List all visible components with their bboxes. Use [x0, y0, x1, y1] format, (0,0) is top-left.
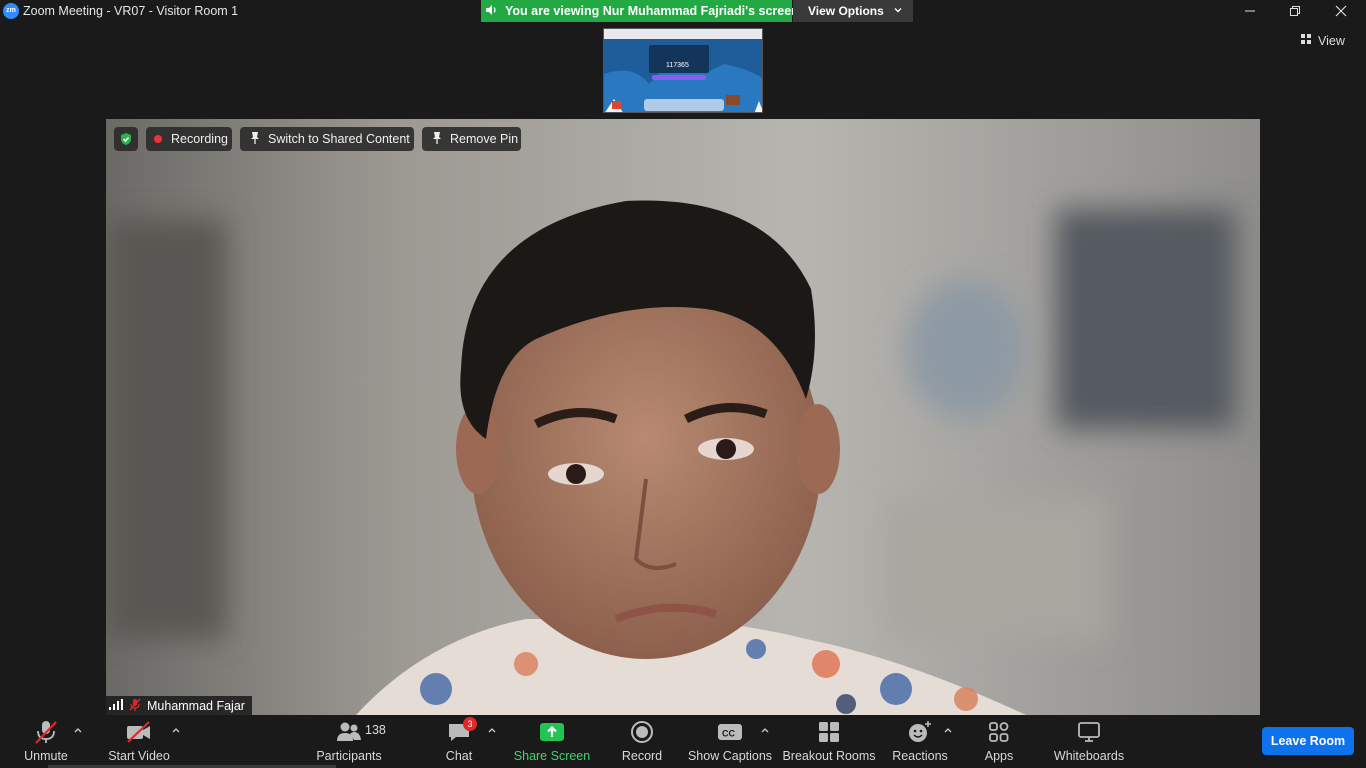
remove-pin-label: Remove Pin — [450, 132, 519, 146]
remove-pin-button[interactable]: Remove Pin — [422, 127, 521, 151]
recording-indicator[interactable]: Recording — [146, 127, 232, 151]
share-screen-button[interactable]: Share Screen — [513, 715, 591, 768]
video-off-icon — [125, 715, 153, 749]
view-button-label: View — [1318, 33, 1345, 48]
captions-options-caret-icon[interactable] — [761, 725, 769, 736]
apps-label: Apps — [984, 749, 1014, 763]
participants-label: Participants — [316, 749, 382, 763]
chat-button[interactable]: 3 Chat — [443, 715, 477, 768]
view-button[interactable]: View — [1300, 33, 1345, 48]
chevron-down-icon — [893, 4, 903, 18]
participant-name-tag: Muhammad Fajar — [106, 696, 252, 715]
start-video-label: Start Video — [108, 749, 170, 763]
record-button[interactable]: Record — [620, 715, 664, 768]
shared-screen-thumbnail[interactable]: 117365 — [603, 28, 763, 113]
whiteboards-button[interactable]: Whiteboards — [1054, 715, 1124, 768]
pin-icon — [432, 131, 442, 147]
signal-strength-icon — [109, 698, 123, 713]
zoom-logo-icon: zm — [3, 3, 19, 19]
security-shield-icon[interactable] — [114, 127, 138, 151]
share-screen-label: Share Screen — [513, 749, 591, 763]
recording-dot-icon — [154, 135, 162, 143]
reactions-label: Reactions — [892, 749, 948, 763]
screen-share-banner: You are viewing Nur Muhammad Fajriadi's … — [481, 0, 799, 22]
view-options-label: View Options — [808, 4, 884, 18]
closed-captions-icon: CC — [717, 715, 743, 749]
chat-icon: 3 — [447, 715, 477, 749]
breakout-rooms-button[interactable]: Breakout Rooms — [782, 715, 876, 768]
screen-share-text: You are viewing Nur Muhammad Fajriadi's … — [505, 4, 799, 18]
recording-label: Recording — [171, 132, 228, 146]
view-options-button[interactable]: View Options — [793, 0, 913, 22]
grid-view-icon — [1300, 33, 1312, 48]
switch-label: Switch to Shared Content — [268, 132, 410, 146]
unmute-button[interactable]: Unmute — [20, 715, 72, 768]
meeting-toolbar: Unmute Start Video Participants 138 3 Ch… — [0, 715, 1366, 768]
breakout-rooms-icon — [818, 715, 840, 749]
restore-icon[interactable] — [1272, 0, 1318, 22]
muted-mic-icon — [129, 698, 141, 714]
chat-label: Chat — [445, 749, 473, 763]
switch-to-shared-content-button[interactable]: Switch to Shared Content — [240, 127, 414, 151]
participant-video[interactable] — [106, 119, 1260, 715]
svg-text:CC: CC — [722, 729, 735, 739]
audio-options-caret-icon[interactable] — [74, 725, 82, 736]
unmute-label: Unmute — [24, 749, 68, 763]
chat-options-caret-icon[interactable] — [488, 725, 496, 736]
close-icon[interactable] — [1318, 0, 1364, 22]
show-captions-label: Show Captions — [687, 749, 773, 763]
reactions-options-caret-icon[interactable] — [944, 725, 952, 736]
reactions-button[interactable]: Reactions — [892, 715, 948, 768]
show-captions-button[interactable]: CC Show Captions — [688, 715, 772, 768]
participants-icon — [336, 715, 362, 749]
chat-unread-badge: 3 — [463, 717, 477, 731]
record-icon — [630, 715, 654, 749]
video-options-caret-icon[interactable] — [172, 725, 180, 736]
participant-name: Muhammad Fajar — [147, 698, 245, 713]
pin-icon — [250, 131, 260, 147]
whiteboards-label: Whiteboards — [1053, 749, 1125, 763]
leave-room-button[interactable]: Leave Room — [1262, 727, 1354, 755]
minimize-icon[interactable] — [1227, 0, 1273, 22]
title-bar: zm Zoom Meeting - VR07 - Visitor Room 1 … — [0, 0, 1366, 22]
apps-button[interactable]: Apps — [982, 715, 1016, 768]
apps-icon — [988, 715, 1010, 749]
share-screen-icon — [539, 715, 565, 749]
start-video-button[interactable]: Start Video — [107, 715, 171, 768]
record-label: Record — [621, 749, 663, 763]
speaker-icon — [485, 4, 497, 19]
thumbnail-meeting-code: 117365 — [666, 62, 689, 69]
reactions-smiley-icon — [907, 715, 933, 749]
video-frame-image — [106, 119, 1260, 715]
window-title: Zoom Meeting - VR07 - Visitor Room 1 — [23, 4, 239, 18]
whiteboard-icon — [1077, 715, 1101, 749]
participants-count: 138 — [365, 723, 386, 737]
muted-microphone-icon — [33, 715, 59, 749]
breakout-rooms-label: Breakout Rooms — [782, 749, 876, 763]
